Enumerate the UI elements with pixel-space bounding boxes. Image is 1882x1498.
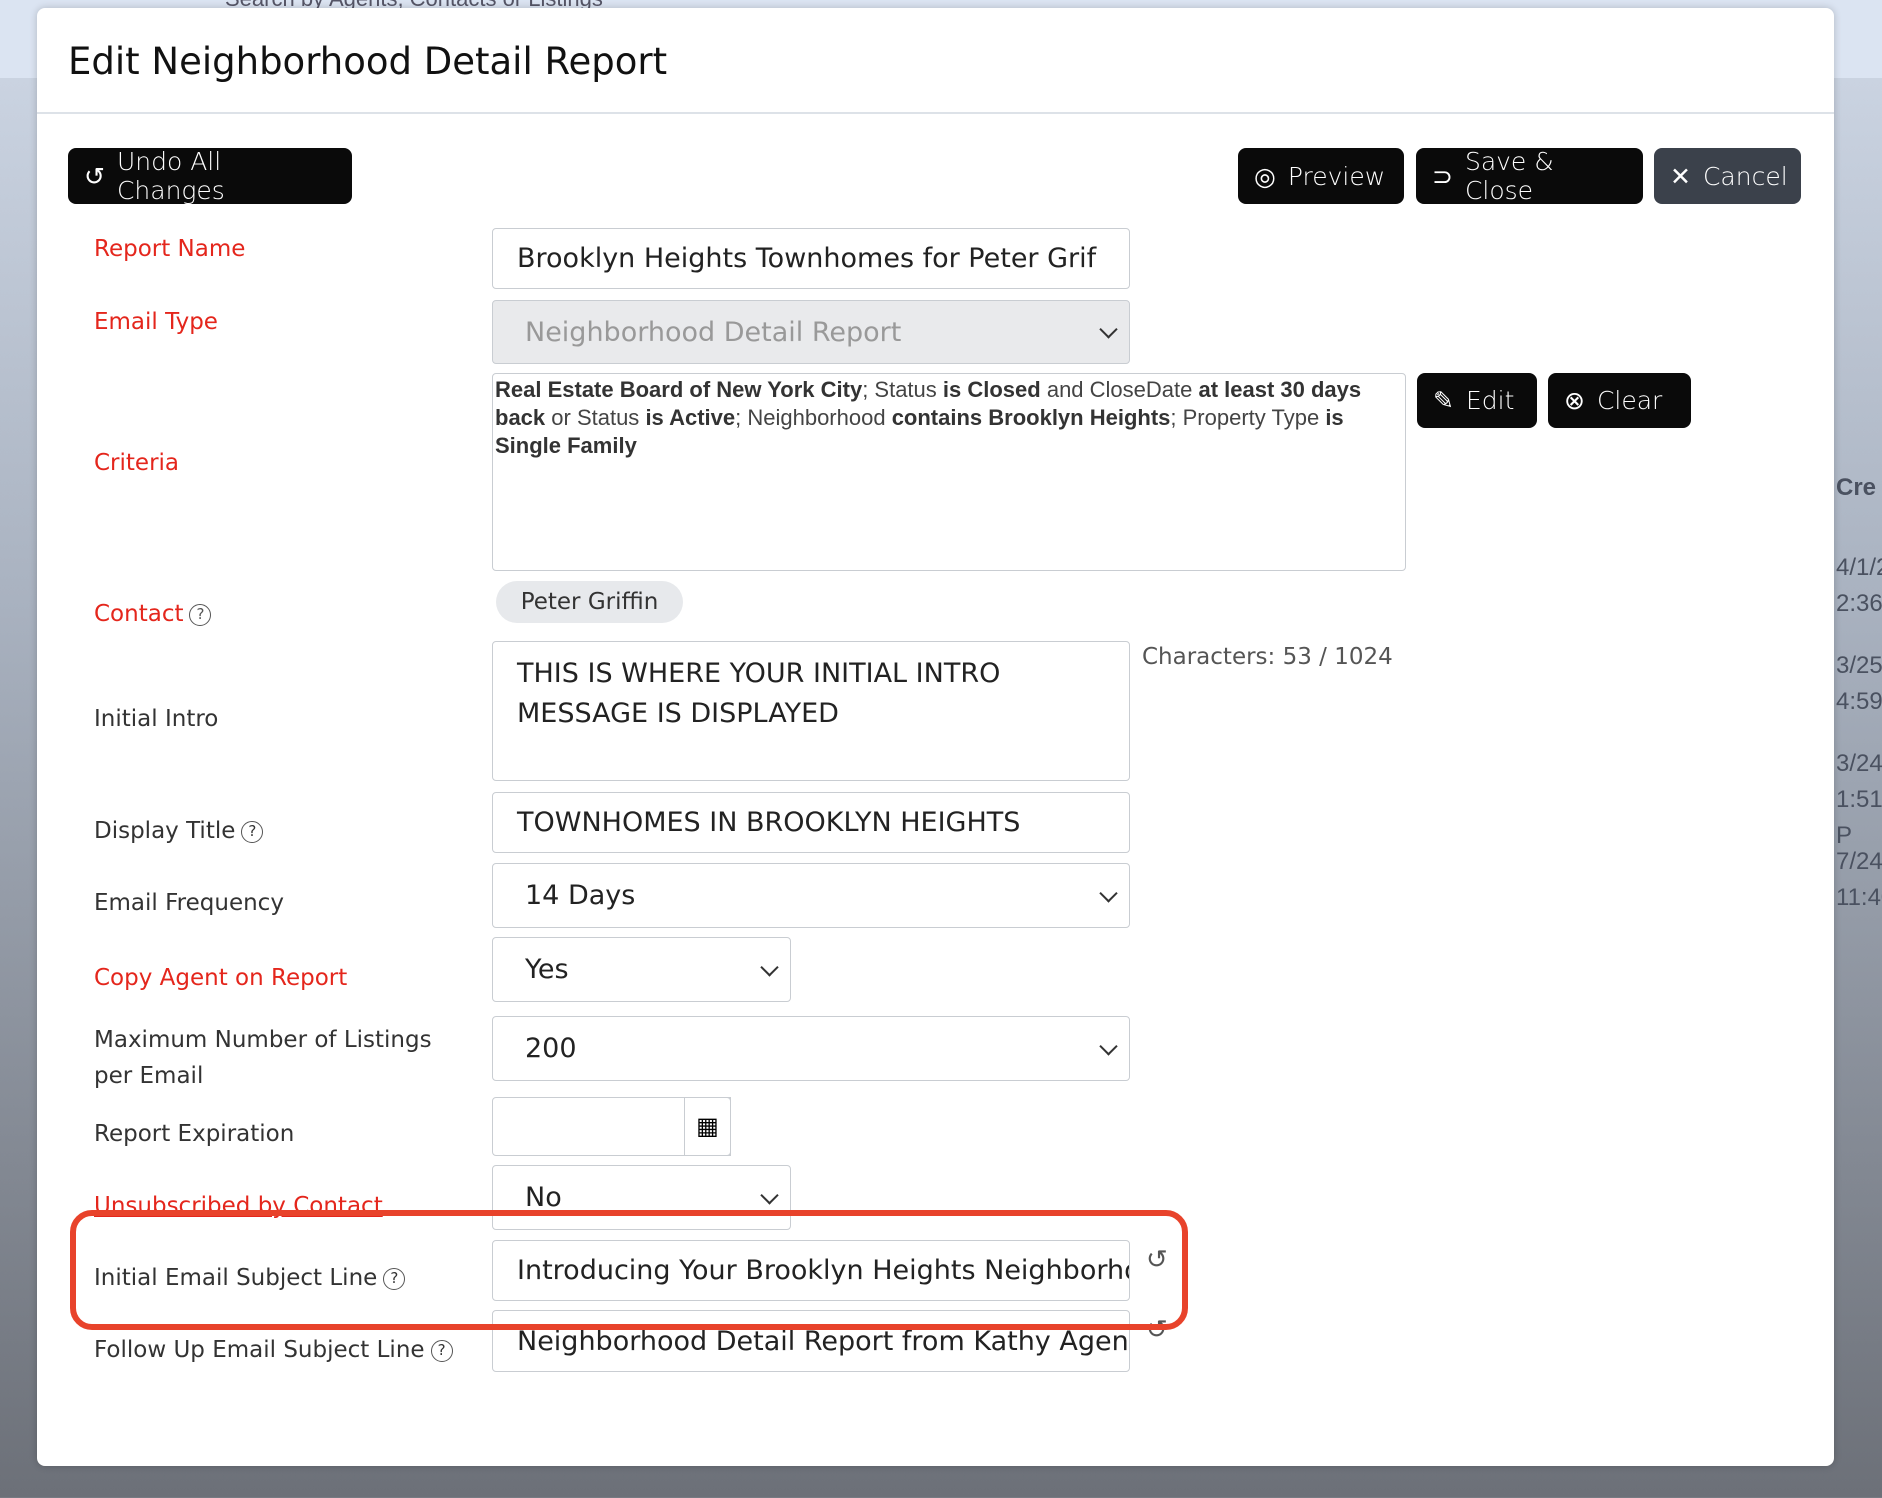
criteria-part: is Closed: [942, 377, 1041, 402]
calendar-icon: ▦: [696, 1113, 719, 1140]
highlight-annotation-box: [70, 1210, 1188, 1330]
max-listings-select[interactable]: 200: [492, 1016, 1130, 1081]
bg-time: 2:36: [1836, 590, 1882, 617]
edit-report-modal: Edit Neighborhood Detail Report ↺ Undo Al…: [37, 8, 1834, 1466]
help-icon[interactable]: ?: [189, 603, 212, 626]
criteria-part: ; Neighborhood: [735, 405, 892, 430]
cancel-button[interactable]: ✕ Cancel: [1654, 148, 1801, 204]
followup-subject-label: Follow Up Email Subject Line?: [94, 1332, 453, 1368]
display-title-label: Display Title?: [94, 813, 264, 849]
preview-button[interactable]: ◎ Preview: [1238, 148, 1404, 204]
initial-intro-textarea[interactable]: THIS IS WHERE YOUR INITIAL INTRO MESSAGE…: [492, 641, 1130, 781]
email-type-label: Email Type: [94, 309, 218, 335]
email-frequency-value: 14 Days: [525, 880, 636, 911]
eye-icon: ◎: [1254, 161, 1276, 191]
unsubscribed-value: No: [525, 1182, 562, 1213]
edit-icon: ✎: [1433, 386, 1454, 415]
report-expiration-label: Report Expiration: [94, 1121, 295, 1147]
undo-icon: ↺: [84, 161, 105, 191]
bg-date: 7/24: [1836, 848, 1882, 875]
close-icon: ✕: [1670, 161, 1691, 191]
criteria-label: Criteria: [94, 450, 180, 476]
header-divider: [37, 112, 1834, 114]
clear-label: Clear: [1596, 386, 1663, 415]
report-name-input[interactable]: Brooklyn Heights Townhomes for Peter Gri…: [492, 228, 1130, 289]
max-listings-label: Maximum Number of Listings per Email: [94, 1027, 432, 1089]
email-frequency-label: Email Frequency: [94, 890, 284, 916]
clear-circle-icon: ⊗: [1564, 386, 1585, 415]
bg-date: 4/1/2: [1836, 554, 1882, 581]
bg-date: 3/25: [1836, 652, 1882, 679]
contact-label-text: Contact: [94, 601, 184, 627]
cancel-label: Cancel: [1702, 161, 1788, 191]
bg-time: 4:59: [1836, 688, 1882, 715]
bg-date: 3/24: [1836, 750, 1882, 777]
criteria-part: or Status: [545, 405, 646, 430]
criteria-part: and CloseDate: [1040, 377, 1199, 402]
copy-agent-value: Yes: [525, 954, 569, 985]
contact-chip[interactable]: Peter Griffin: [496, 581, 683, 623]
email-frequency-select[interactable]: 14 Days: [492, 863, 1130, 928]
report-name-label: Report Name: [94, 236, 246, 262]
modal-title: Edit Neighborhood Detail Report: [68, 40, 668, 83]
copy-agent-label: Copy Agent on Report: [94, 965, 348, 991]
preview-label: Preview: [1287, 161, 1386, 191]
criteria-part: is Active: [645, 405, 736, 430]
followup-subject-text: Follow Up Email Subject Line: [94, 1337, 425, 1363]
criteria-part: contains Brooklyn Heights: [891, 405, 1171, 430]
chevron-circle-icon: ⊃: [1432, 161, 1453, 191]
calendar-button[interactable]: ▦: [684, 1097, 731, 1156]
character-count: Characters: 53 / 1024: [1142, 644, 1393, 670]
save-label: Save & Close: [1464, 147, 1554, 205]
undo-all-changes-button[interactable]: ↺ Undo All Changes: [68, 147, 352, 205]
edit-criteria-button[interactable]: ✎ Edit: [1417, 373, 1537, 428]
criteria-part: ; Status: [862, 377, 943, 402]
display-title-text: Display Title: [94, 818, 236, 844]
contact-label: Contact?: [94, 596, 212, 632]
criteria-text: Real Estate Board of New York City; Stat…: [492, 373, 1406, 571]
edit-label: Edit: [1465, 386, 1515, 415]
initial-intro-label: Initial Intro: [94, 706, 219, 732]
undo-label: Undo All Changes: [116, 147, 225, 205]
clear-criteria-button[interactable]: ⊗ Clear: [1548, 373, 1691, 428]
display-title-input[interactable]: TOWNHOMES IN BROOKLYN HEIGHTS: [492, 792, 1130, 853]
criteria-part: Real Estate Board of New York City: [495, 377, 863, 402]
max-listings-value: 200: [525, 1033, 577, 1064]
help-icon[interactable]: ?: [241, 820, 264, 843]
help-icon[interactable]: ?: [430, 1339, 453, 1362]
email-type-value: Neighborhood Detail Report: [525, 316, 902, 348]
copy-agent-select[interactable]: Yes: [492, 937, 791, 1002]
save-close-button[interactable]: ⊃ Save & Close: [1416, 147, 1643, 205]
email-type-select[interactable]: Neighborhood Detail Report: [492, 300, 1130, 364]
bg-time: 11:40: [1836, 884, 1882, 911]
bg-column-header: Cre: [1836, 474, 1877, 501]
criteria-part: ; Property Type: [1170, 405, 1326, 430]
